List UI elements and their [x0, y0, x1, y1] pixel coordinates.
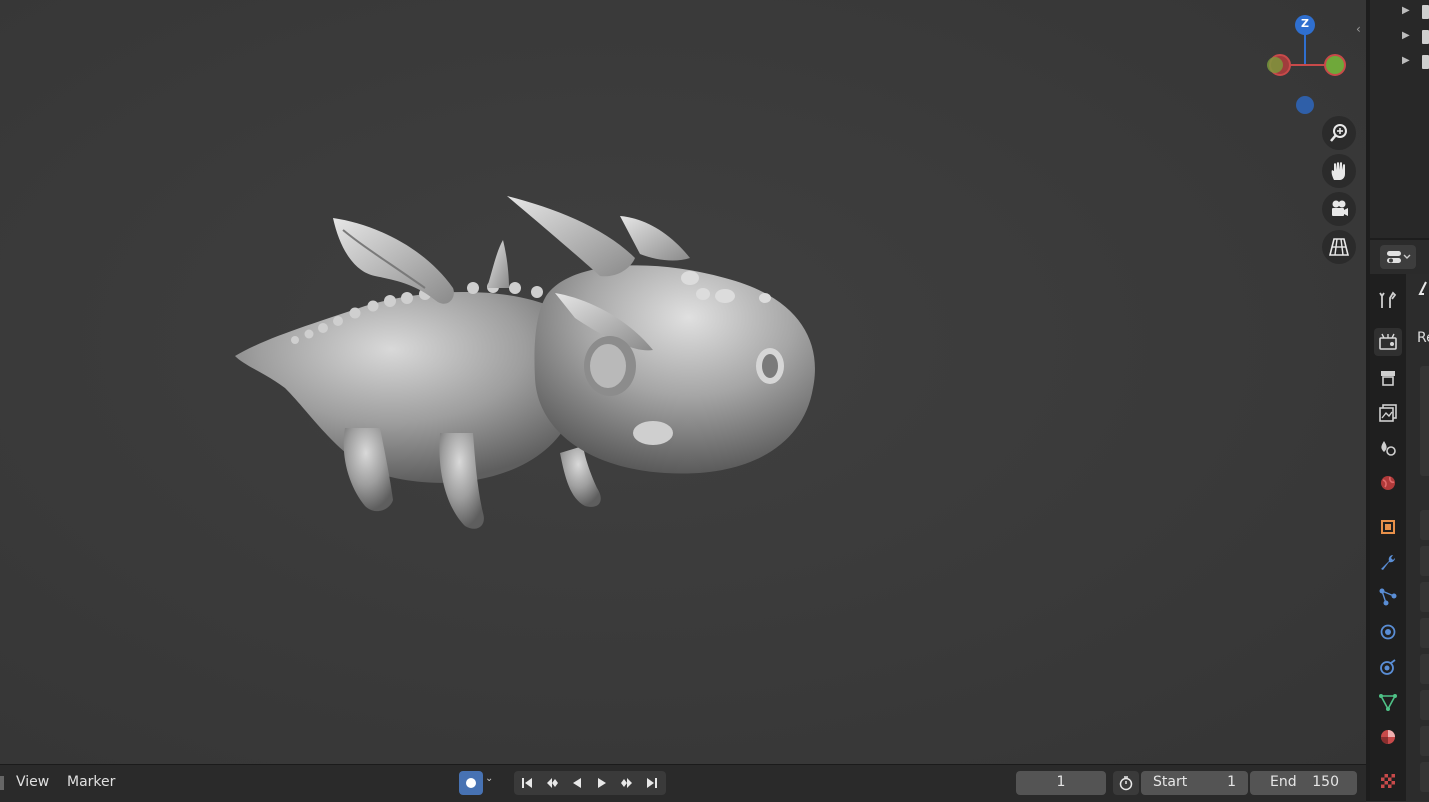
outliner-row[interactable]: ▶ [1370, 0, 1429, 25]
start-value: 1 [1227, 774, 1236, 790]
texture-icon [1381, 774, 1395, 788]
tab-view-layer[interactable] [1374, 399, 1402, 427]
tab-output[interactable] [1374, 364, 1402, 392]
view-layer-icon [1379, 404, 1397, 422]
next-keyframe-icon [620, 778, 632, 788]
mesh-data-icon [1379, 694, 1397, 711]
tab-world[interactable] [1374, 469, 1402, 497]
tab-data[interactable] [1374, 688, 1402, 716]
properties-panel[interactable] [1420, 510, 1429, 540]
prev-keyframe-icon [546, 778, 558, 788]
outliner-row[interactable]: ▶ [1370, 50, 1429, 75]
jump-to-start-button[interactable] [514, 771, 539, 795]
properties-title: Re [1417, 330, 1429, 346]
properties-header [1370, 240, 1429, 274]
tab-object[interactable] [1374, 513, 1402, 541]
properties-panel[interactable] [1420, 366, 1429, 476]
jump-end-icon [646, 778, 657, 788]
tab-particles[interactable] [1374, 583, 1402, 611]
tab-scene[interactable] [1374, 434, 1402, 462]
perspective-toggle-button[interactable] [1322, 230, 1356, 264]
stopwatch-icon [1119, 776, 1133, 791]
tab-texture[interactable] [1374, 767, 1402, 795]
jump-to-keyframe-prev-button[interactable] [539, 771, 564, 795]
tool-icon [1379, 291, 1397, 308]
physics-icon [1380, 624, 1396, 640]
properties-panel[interactable] [1420, 582, 1429, 612]
expand-arrow-icon[interactable]: ▶ [1402, 55, 1410, 66]
jump-to-end-button[interactable] [639, 771, 664, 795]
properties-main: Re [1406, 274, 1429, 801]
tab-render[interactable] [1374, 328, 1402, 356]
tab-material[interactable] [1374, 723, 1402, 751]
chevron-down-icon[interactable]: ⌄ [485, 773, 493, 784]
current-frame-value: 1 [1056, 774, 1066, 790]
camera-view-button[interactable] [1322, 192, 1356, 226]
wrench-icon [1381, 555, 1395, 570]
zoom-icon [1330, 124, 1347, 142]
tab-modifiers[interactable] [1374, 548, 1402, 576]
properties-editor-icon [1387, 251, 1411, 263]
end-value: 150 [1312, 774, 1339, 790]
particles-icon [1379, 588, 1397, 606]
properties-panel[interactable] [1420, 654, 1429, 684]
outliner-panel[interactable]: ▶ ▶ ▶ [1370, 0, 1429, 240]
properties-panel[interactable] [1420, 546, 1429, 576]
end-label: End [1270, 774, 1297, 790]
tab-tool[interactable] [1374, 286, 1402, 314]
start-frame-field[interactable]: Start 1 [1141, 771, 1248, 795]
pan-button[interactable] [1322, 154, 1356, 188]
area-edge [0, 776, 4, 790]
render-icon [1379, 333, 1397, 350]
playback-controls [514, 771, 666, 795]
menu-marker[interactable]: Marker [67, 774, 115, 790]
start-label: Start [1153, 774, 1188, 790]
expand-arrow-icon[interactable]: ▶ [1402, 5, 1410, 16]
tab-constraints[interactable] [1374, 653, 1402, 681]
render-engine-icon [1418, 281, 1427, 295]
properties-panel[interactable] [1420, 618, 1429, 648]
scene-icon [1381, 441, 1396, 456]
world-icon [1381, 476, 1395, 490]
end-frame-field[interactable]: End 150 [1250, 771, 1357, 795]
collection-icon [1422, 55, 1429, 69]
object-icon [1381, 520, 1395, 534]
current-frame-field[interactable]: 1 [1016, 771, 1106, 795]
timeline-header: View Marker ⌄ 1 Start 1 End 150 [0, 764, 1366, 802]
play-button[interactable] [589, 771, 614, 795]
grid-icon [1328, 238, 1350, 256]
properties-panel[interactable] [1420, 762, 1429, 792]
properties-panel[interactable] [1420, 690, 1429, 720]
editor-type-button[interactable] [1380, 245, 1416, 269]
jump-start-icon [521, 778, 532, 788]
properties-panel[interactable] [1420, 726, 1429, 756]
chevron-left-icon[interactable]: ‹ [1356, 22, 1366, 38]
jump-to-keyframe-next-button[interactable] [614, 771, 639, 795]
properties-tabs [1370, 274, 1406, 801]
outliner-row[interactable]: ▶ [1370, 25, 1429, 50]
hand-icon [1331, 162, 1345, 180]
play-reverse-button[interactable] [564, 771, 589, 795]
collection-icon [1422, 5, 1429, 19]
3d-viewport[interactable]: Z ‹ [0, 0, 1366, 764]
camera-icon [1332, 200, 1348, 216]
gizmo-z-label: Z [1301, 17, 1309, 30]
dragon-model[interactable] [225, 188, 825, 538]
constraints-icon [1380, 659, 1396, 675]
record-icon [466, 778, 476, 788]
menu-view[interactable]: View [16, 774, 49, 790]
play-reverse-icon [572, 778, 581, 788]
collection-icon [1422, 30, 1429, 44]
material-icon [1381, 730, 1395, 744]
tab-physics[interactable] [1374, 618, 1402, 646]
expand-arrow-icon[interactable]: ▶ [1402, 30, 1410, 41]
output-icon [1381, 371, 1395, 386]
use-preview-range-button[interactable] [1113, 771, 1139, 795]
auto-keying-button[interactable] [459, 771, 483, 795]
play-icon [597, 778, 606, 788]
zoom-button[interactable] [1322, 116, 1356, 150]
